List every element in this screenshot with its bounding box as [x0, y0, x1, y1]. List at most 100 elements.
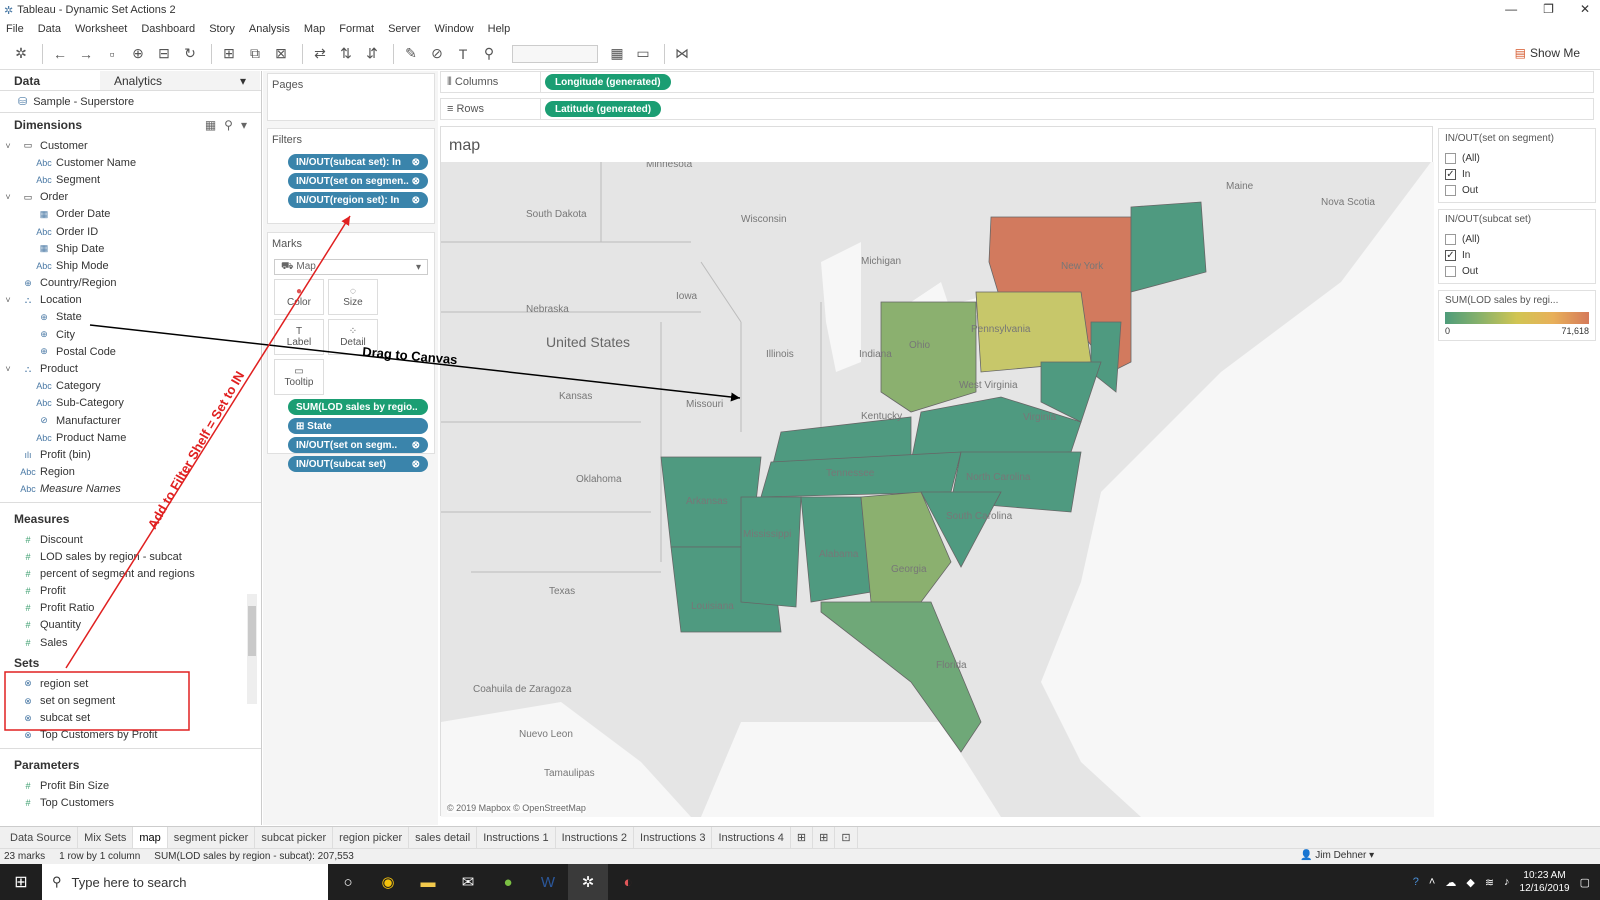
field-region-set[interactable]: ⊗ region set	[0, 675, 261, 692]
menu-file[interactable]: File	[6, 23, 24, 35]
field-category[interactable]: Abc Category	[0, 378, 261, 395]
menu-story[interactable]: Story	[209, 23, 235, 35]
rows-shelf[interactable]: ≡ Rows Latitude (generated)	[440, 98, 1594, 120]
pause-updates-icon[interactable]: ⊟	[153, 43, 175, 65]
field-state[interactable]: ⊕ State	[0, 309, 261, 326]
pages-card[interactable]: Pages	[267, 73, 435, 121]
sheet-tab-sales-detail[interactable]: sales detail	[409, 827, 478, 848]
presentation-icon[interactable]: ▭	[632, 43, 654, 65]
size-button[interactable]: ◌ Size	[328, 279, 378, 315]
chevron-down-icon[interactable]: ▾	[241, 118, 247, 132]
clear-sheet-icon[interactable]: ⊠	[270, 43, 292, 65]
taskbar-search[interactable]: ⚲ Type here to search	[42, 864, 328, 900]
file-explorer-icon[interactable]: ▬	[408, 864, 448, 900]
field-sales[interactable]: # Sales	[0, 634, 261, 651]
new-worksheet-icon[interactable]: ⊞	[791, 827, 814, 848]
map-canvas[interactable]: Minnesota South Dakota Wisconsin Michigan Ma…	[441, 162, 1434, 817]
fit-dropdown[interactable]	[512, 44, 598, 63]
field-order-date[interactable]: ▦ Order Date	[0, 206, 261, 223]
menu-help[interactable]: Help	[488, 23, 511, 35]
field-manufacturer[interactable]: ⊘ Manufacturer	[0, 412, 261, 429]
clock[interactable]: 10:23 AM 12/16/2019	[1520, 869, 1570, 895]
field-subcat-set[interactable]: ⊗ subcat set	[0, 710, 261, 727]
sheet-tab-instructions-2[interactable]: Instructions 2	[556, 827, 635, 848]
sort-descending-icon[interactable]: ⇵	[361, 43, 383, 65]
labels-icon[interactable]: T	[452, 43, 474, 65]
tableau-taskbar-icon[interactable]: ✲	[568, 864, 608, 900]
chevron-up-icon[interactable]: ˄	[1429, 876, 1435, 888]
duplicate-sheet-icon[interactable]: ⧉	[244, 43, 266, 65]
marks-pill-segment[interactable]: IN/OUT(set on segm.. ⊗	[288, 437, 428, 453]
notifications-icon[interactable]: ▢	[1580, 876, 1590, 889]
tab-data[interactable]: Data	[0, 71, 100, 90]
sheet-tab-region-picker[interactable]: region picker	[333, 827, 410, 848]
field-top-customers[interactable]: # Top Customers	[0, 794, 261, 811]
search-icon[interactable]: ⚲	[224, 118, 233, 132]
field-profit-bin[interactable]: ılı Profit (bin)	[0, 446, 261, 463]
field-segment[interactable]: Abc Segment	[0, 171, 261, 188]
segment-opt-in[interactable]: ✓ In	[1445, 166, 1589, 182]
label-button[interactable]: T Label	[274, 319, 324, 355]
latitude-pill[interactable]: Latitude (generated)	[545, 101, 662, 117]
field-measure-names[interactable]: Abc Measure Names	[0, 481, 261, 498]
filters-card[interactable]: Filters IN/OUT(subcat set): In ⊗ IN/OUT(s…	[267, 128, 435, 224]
filter-pill[interactable]: IN/OUT(subcat set): In ⊗	[288, 154, 428, 170]
highlight-icon[interactable]: ✎	[400, 43, 422, 65]
save-icon[interactable]: ▫	[101, 43, 123, 65]
field-set-on-segment[interactable]: ⊗ set on segment	[0, 692, 261, 709]
field-order-id[interactable]: Abc Order ID	[0, 223, 261, 240]
field-city[interactable]: ⊕ City	[0, 326, 261, 343]
mark-type-dropdown[interactable]: ⛟ Map ▾	[274, 259, 428, 275]
sheet-tab-instructions-1[interactable]: Instructions 1	[477, 827, 556, 848]
new-dashboard-icon[interactable]: ⊞	[813, 827, 836, 848]
refresh-icon[interactable]: ↻	[179, 43, 201, 65]
word-icon[interactable]: W	[528, 864, 568, 900]
mail-icon[interactable]: ✉	[448, 864, 488, 900]
datasource-item[interactable]: ⛁ Sample - Superstore	[0, 91, 261, 113]
collapse-chevron-icon[interactable]: ˅	[0, 295, 16, 305]
field-customer-name[interactable]: Abc Customer Name	[0, 154, 261, 171]
swap-icon[interactable]: ⇄	[309, 43, 331, 65]
task-view-icon[interactable]: ○	[328, 864, 368, 900]
show-me-button[interactable]: ▤ Show Me	[1515, 46, 1580, 60]
columns-shelf[interactable]: ⦀ Columns Longitude (generated)	[440, 71, 1594, 93]
field-product[interactable]: ˅ ⛬ Product	[0, 360, 261, 377]
help-icon[interactable]: ?	[1413, 876, 1419, 888]
color-legend[interactable]: SUM(LOD sales by regi... 0 71,618	[1438, 290, 1596, 341]
field-ship-mode[interactable]: Abc Ship Mode	[0, 257, 261, 274]
menu-data[interactable]: Data	[38, 23, 61, 35]
sort-ascending-icon[interactable]: ⇅	[335, 43, 357, 65]
menu-dashboard[interactable]: Dashboard	[141, 23, 195, 35]
wifi-icon[interactable]: ≋	[1485, 876, 1494, 889]
marks-pill-color[interactable]: SUM(LOD sales by regio..	[288, 399, 428, 415]
user-menu[interactable]: 👤 Jim Dehner ▾	[1300, 850, 1374, 861]
field-sub-category[interactable]: Abc Sub-Category	[0, 395, 261, 412]
measures-scrollbar[interactable]	[247, 594, 257, 704]
field-order[interactable]: ˅ ▭ Order	[0, 189, 261, 206]
field-discount[interactable]: # Discount	[0, 531, 261, 548]
detail-button[interactable]: ⁘ Detail	[328, 319, 378, 355]
new-story-icon[interactable]: ⊡	[835, 827, 858, 848]
share-icon[interactable]: ⋈	[671, 43, 693, 65]
field-region[interactable]: Abc Region	[0, 464, 261, 481]
menu-worksheet[interactable]: Worksheet	[75, 23, 127, 35]
field-percent-of-segment-and-regions[interactable]: # percent of segment and regions	[0, 565, 261, 582]
minimize-button[interactable]: —	[1505, 2, 1517, 16]
sheet-tab-data-source[interactable]: Data Source	[4, 827, 79, 848]
marks-pill-state[interactable]: ⊞ State	[288, 418, 428, 434]
segment-opt-all[interactable]: (All)	[1445, 150, 1589, 166]
dropbox-icon[interactable]: ◆	[1466, 876, 1474, 889]
filter-pill[interactable]: IN/OUT(region set): In ⊗	[288, 192, 428, 208]
field-profit[interactable]: # Profit	[0, 583, 261, 600]
cloud-icon[interactable]: ☁	[1445, 876, 1456, 889]
group-icon[interactable]: ⊘	[426, 43, 448, 65]
maximize-button[interactable]: ❐	[1543, 2, 1554, 16]
volume-icon[interactable]: ♪	[1504, 876, 1510, 888]
field-profit-ratio[interactable]: # Profit Ratio	[0, 600, 261, 617]
field-product-name[interactable]: Abc Product Name	[0, 429, 261, 446]
field-country-region[interactable]: ⊕ Country/Region	[0, 275, 261, 292]
chrome-icon[interactable]: ◉	[368, 864, 408, 900]
field-top-customers-by-profit[interactable]: ⊗ Top Customers by Profit	[0, 727, 261, 744]
menu-map[interactable]: Map	[304, 23, 325, 35]
new-datasource-icon[interactable]: ⊕	[127, 43, 149, 65]
